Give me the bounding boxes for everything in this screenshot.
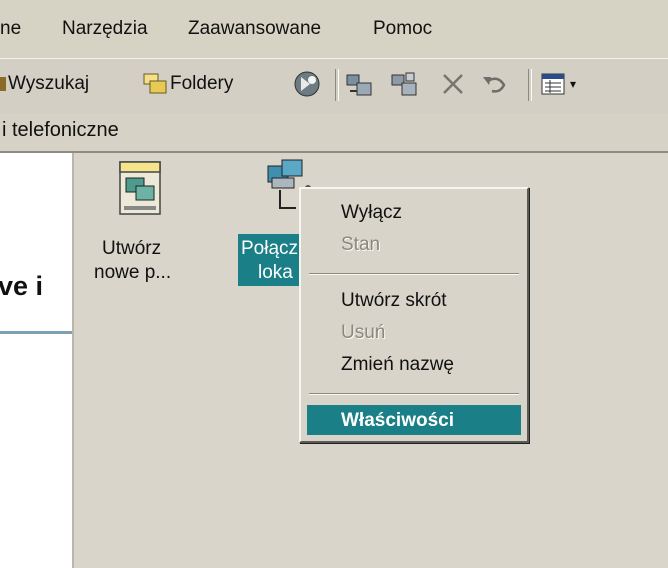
menu-item-properties[interactable]: Właściwości (307, 405, 521, 435)
menu-item-status: Stan (301, 229, 527, 259)
menu-item-disable-label: Wyłącz (341, 202, 403, 223)
copy-to-icon (391, 72, 417, 96)
menu-item-status-label: Stan (341, 234, 381, 255)
folders-icon (143, 73, 167, 94)
toolbar: Wyszukaj Foldery ▾ (0, 58, 668, 114)
context-menu: Wyłącz Stan Utwórz skrót Usuń Zmień nazw… (299, 187, 529, 443)
new-connection-item[interactable]: Utwórz nowe p... (92, 158, 192, 298)
new-connection-label-line1: Utwórz (102, 238, 162, 259)
folders-button-label: Foldery (170, 73, 234, 94)
undo-icon (483, 77, 506, 93)
menu-item-help[interactable]: Pomoc (373, 18, 432, 40)
history-icon (294, 71, 320, 97)
menu-item-rename[interactable]: Zmień nazwę (301, 349, 527, 379)
address-bar[interactable]: i telefoniczne (0, 113, 668, 153)
views-button[interactable]: ▾ (540, 66, 576, 102)
new-connection-icon (119, 161, 161, 215)
delete-button[interactable] (440, 66, 466, 102)
folders-button[interactable]: Foldery (142, 66, 233, 102)
menu-item-create-shortcut[interactable]: Utwórz skrót (301, 285, 527, 315)
menu-item-delete-label: Usuń (341, 322, 386, 343)
menu-item-rename-label: Zmień nazwę (341, 354, 454, 375)
undo-button[interactable] (480, 66, 510, 102)
history-button[interactable] (292, 66, 322, 102)
delete-icon (443, 74, 463, 94)
search-button-label: Wyszukaj (8, 73, 90, 94)
menu-item-delete: Usuń (301, 317, 527, 347)
pane-title: ve i (0, 271, 44, 301)
menu-item-file-partial[interactable]: ne (0, 18, 21, 40)
search-button[interactable]: Wyszukaj (0, 66, 89, 102)
menu-item-tools[interactable]: Narzędzia (62, 18, 148, 40)
search-icon (0, 77, 6, 91)
pane-splitter[interactable] (72, 153, 74, 568)
toolbar-separator (335, 69, 339, 101)
local-connection-item[interactable]: Połącz loka (238, 158, 311, 298)
move-to-icon (346, 74, 372, 96)
copy-to-button[interactable] (390, 66, 420, 102)
move-to-button[interactable] (345, 66, 375, 102)
menu-separator (309, 273, 519, 275)
new-connection-label-line2: nowe p... (94, 262, 172, 283)
menu-bar: ne Narzędzia Zaawansowane Pomoc (0, 0, 668, 58)
menu-item-advanced[interactable]: Zaawansowane (188, 18, 321, 40)
menu-item-disable[interactable]: Wyłącz (301, 197, 527, 227)
menu-separator (309, 393, 519, 395)
menu-item-create-shortcut-label: Utwórz skrót (341, 290, 447, 311)
chevron-down-icon: ▾ (570, 77, 577, 91)
toolbar-separator (528, 69, 532, 101)
menu-item-properties-label: Właściwości (341, 410, 454, 431)
local-connection-label-line2: loka (258, 262, 293, 283)
local-connection-label-line1: Połącz (241, 238, 299, 259)
pane-divider (0, 331, 72, 334)
address-text: i telefoniczne (2, 119, 119, 141)
info-pane: ve i (0, 153, 72, 568)
